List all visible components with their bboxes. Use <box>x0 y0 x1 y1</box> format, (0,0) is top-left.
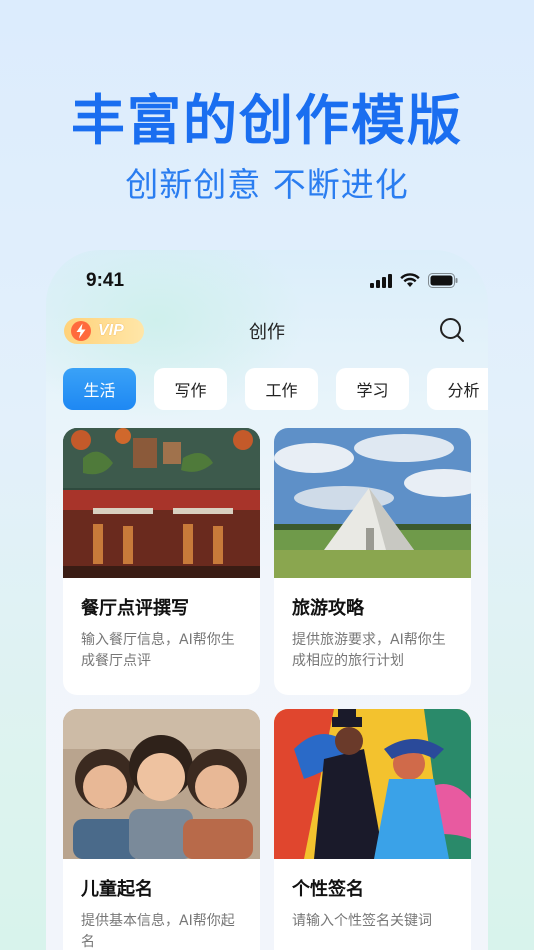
template-card[interactable]: 餐厅点评撰写 输入餐厅信息，AI帮你生成餐厅点评 <box>63 428 260 695</box>
signal-icon <box>370 273 392 288</box>
search-icon[interactable] <box>438 316 466 344</box>
nav-bar: VIP 创作 <box>46 314 488 352</box>
card-title: 儿童起名 <box>81 879 153 900</box>
tab-study[interactable]: 学习 <box>336 368 409 410</box>
tab-writing[interactable]: 写作 <box>154 368 227 410</box>
card-title: 餐厅点评撰写 <box>81 598 189 619</box>
children-image <box>63 709 260 859</box>
tab-work[interactable]: 工作 <box>245 368 318 410</box>
card-title: 个性签名 <box>292 879 364 900</box>
hero-subtitle: 创新创意 不断进化 <box>125 165 409 204</box>
template-card[interactable]: 个性签名 请输入个性签名关键词 <box>274 709 471 950</box>
card-desc: 输入餐厅信息，AI帮你生成餐厅点评 <box>81 632 235 669</box>
template-card[interactable]: 旅游攻略 提供旅游要求，AI帮你生成相应的旅行计划 <box>274 428 471 695</box>
template-card[interactable]: 儿童起名 提供基本信息，AI帮你起名 <box>63 709 260 950</box>
tab-analysis[interactable]: 分析 <box>427 368 488 410</box>
card-desc: 提供旅游要求，AI帮你生成相应的旅行计划 <box>292 632 446 669</box>
card-title: 旅游攻略 <box>292 598 364 619</box>
hero-title: 丰富的创作模版 <box>71 89 463 152</box>
tab-life[interactable]: 生活 <box>63 368 136 410</box>
restaurant-image <box>63 428 260 578</box>
card-desc: 提供基本信息，AI帮你起名 <box>81 913 235 950</box>
category-tabs: 生活 写作 工作 学习 分析 <box>63 368 488 410</box>
status-time: 9:41 <box>86 270 125 291</box>
tent-image <box>274 428 471 578</box>
wifi-icon <box>400 273 420 287</box>
status-icons <box>370 273 458 288</box>
card-desc: 请输入个性签名关键词 <box>292 913 432 929</box>
page-title: 创作 <box>249 322 285 343</box>
phone-frame: 9:41 VIP 创作 生活 写作 工作 学习 分析 餐厅点评撰写 输入餐厅信息… <box>46 250 488 950</box>
battery-icon <box>428 273 458 288</box>
art-image <box>274 709 471 859</box>
